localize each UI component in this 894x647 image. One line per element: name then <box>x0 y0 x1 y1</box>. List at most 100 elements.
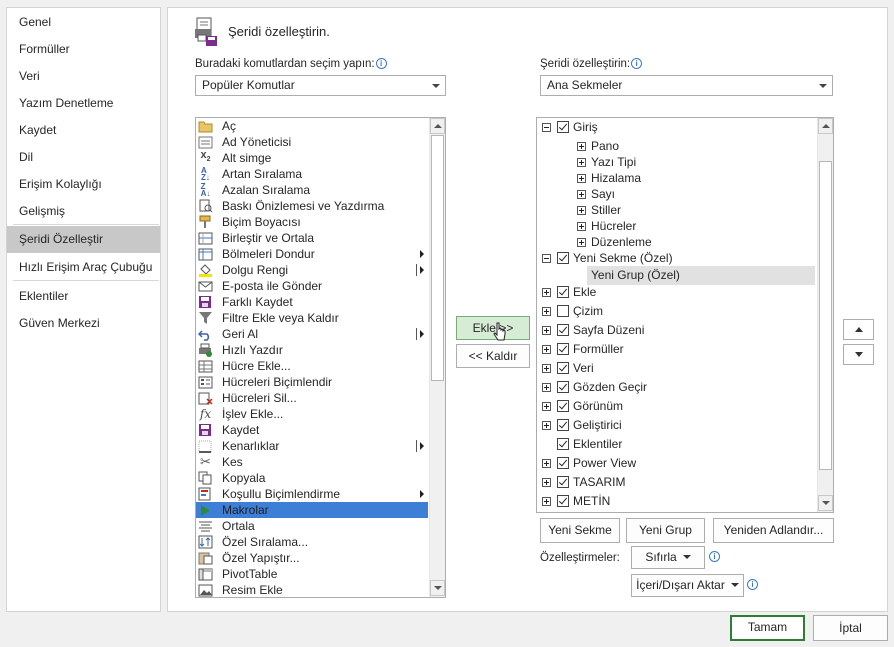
tab-checkbox[interactable] <box>557 252 569 264</box>
ribbon-tab-node[interactable]: TASARIM <box>537 473 816 492</box>
expand-icon[interactable] <box>577 206 586 215</box>
sidebar-item[interactable]: Erişim Kolaylığı <box>7 171 160 198</box>
scroll-thumb[interactable] <box>431 135 444 381</box>
tab-checkbox[interactable] <box>557 400 569 412</box>
tab-checkbox[interactable] <box>557 305 569 317</box>
command-item[interactable]: Ad Yöneticisi <box>196 134 428 150</box>
command-item[interactable]: Filtre Ekle veya Kaldır <box>196 310 428 326</box>
command-item[interactable]: PivotTable <box>196 566 428 582</box>
command-item[interactable]: Özel Yapıştır... <box>196 550 428 566</box>
sidebar-item[interactable]: Eklentiler <box>7 283 160 310</box>
expand-icon[interactable] <box>542 383 551 392</box>
command-item[interactable]: Resim Ekle <box>196 582 428 597</box>
command-item[interactable]: Koşullu Biçimlendirme <box>196 486 428 502</box>
tab-checkbox[interactable] <box>557 362 569 374</box>
command-item[interactable]: Z A↓ Azalan Sıralama <box>196 182 428 198</box>
command-item[interactable]: E-posta ile Gönder <box>196 278 428 294</box>
expand-icon[interactable] <box>542 364 551 373</box>
info-icon[interactable]: i <box>631 58 643 69</box>
tab-checkbox[interactable] <box>557 495 569 507</box>
scroll-down-button[interactable] <box>818 495 833 511</box>
ribbon-tab-node[interactable]: Giriş <box>537 118 816 137</box>
rename-button[interactable]: Yeniden Adlandır... <box>713 518 834 543</box>
command-item[interactable]: Aç <box>196 118 428 134</box>
command-item[interactable]: A Z↓ Artan Sıralama <box>196 166 428 182</box>
command-item[interactable]: Bölmeleri Dondur <box>196 246 428 262</box>
expand-icon[interactable] <box>542 326 551 335</box>
scroll-up-button[interactable] <box>430 118 445 134</box>
command-item[interactable]: Kopyala <box>196 470 428 486</box>
commands-source-dropdown[interactable]: Popüler Komutlar <box>195 75 446 96</box>
scroll-down-button[interactable] <box>430 580 445 596</box>
sidebar-item[interactable]: Güven Merkezi <box>7 310 160 337</box>
expand-icon[interactable] <box>542 421 551 430</box>
expand-icon[interactable] <box>542 288 551 297</box>
ribbon-tree[interactable]: METİN TASARIM Power View Eklentiler Geliştir… <box>536 117 834 513</box>
expand-icon[interactable] <box>577 222 586 231</box>
command-item[interactable]: Hücreleri Sil... <box>196 390 428 406</box>
expand-icon[interactable] <box>542 307 551 316</box>
import-export-dropdown-button[interactable]: İçeri/Dışarı Aktar <box>631 574 744 597</box>
cancel-button[interactable]: İptal <box>813 615 888 641</box>
sidebar-item[interactable]: Gelişmiş <box>7 198 160 225</box>
tab-checkbox[interactable] <box>557 286 569 298</box>
ribbon-tab-node[interactable]: Sayfa Düzeni <box>537 321 816 340</box>
tab-checkbox[interactable] <box>557 381 569 393</box>
ribbon-tab-node[interactable]: Ekle <box>537 283 816 302</box>
command-item[interactable]: Kenarlıklar <box>196 438 428 454</box>
info-icon[interactable]: i <box>747 579 758 590</box>
commands-scrollbar[interactable] <box>429 118 445 597</box>
sidebar-item[interactable]: Kaydet <box>7 117 160 144</box>
new-tab-button[interactable]: Yeni Sekme <box>540 518 620 543</box>
ribbon-tab-node[interactable]: METİN <box>537 492 816 511</box>
info-icon[interactable]: i <box>709 551 720 562</box>
reset-dropdown-button[interactable]: Sıfırla <box>631 546 705 569</box>
tree-scrollbar[interactable] <box>817 118 833 512</box>
sidebar-item[interactable]: Dil <box>7 144 160 171</box>
ok-button[interactable]: Tamam <box>730 615 805 641</box>
scroll-thumb[interactable] <box>819 161 832 470</box>
tab-checkbox[interactable] <box>557 121 569 133</box>
ribbon-tab-node[interactable]: Geliştirici <box>537 416 816 435</box>
move-down-button[interactable] <box>843 344 874 365</box>
command-item[interactable]: Geri Al <box>196 326 428 342</box>
command-item[interactable]: Özel Sıralama... <box>196 534 428 550</box>
sidebar-item[interactable]: Veri <box>7 63 160 90</box>
tab-checkbox[interactable] <box>557 457 569 469</box>
move-up-button[interactable] <box>843 319 874 340</box>
command-item[interactable]: Baskı Önizlemesi ve Yazdırma <box>196 198 428 214</box>
expand-icon[interactable] <box>577 238 586 247</box>
ribbon-tab-node[interactable]: Çizim <box>537 302 816 321</box>
command-item[interactable]: Hücreleri Biçimlendir <box>196 374 428 390</box>
collapse-icon[interactable] <box>542 123 551 132</box>
ribbon-tab-node[interactable]: Eklentiler <box>537 435 816 454</box>
command-item[interactable]: Hızlı Yazdır <box>196 342 428 358</box>
tab-checkbox[interactable] <box>557 419 569 431</box>
command-item[interactable]: Hücre Ekle... <box>196 358 428 374</box>
command-item[interactable]: Makrolar <box>196 502 428 518</box>
ribbon-tab-node[interactable]: Power View <box>537 454 816 473</box>
command-item[interactable]: x2 Alt simge <box>196 149 428 166</box>
collapse-icon[interactable] <box>542 254 551 263</box>
expand-icon[interactable] <box>577 174 586 183</box>
command-item[interactable]: Kaydet <box>196 422 428 438</box>
remove-button[interactable]: << Kaldır <box>456 344 530 368</box>
expand-icon[interactable] <box>542 497 551 506</box>
ribbon-tabs-dropdown[interactable]: Ana Sekmeler <box>540 75 833 96</box>
sidebar-item[interactable]: Yazım Denetleme <box>7 90 160 117</box>
sidebar-item[interactable]: Genel <box>7 9 160 36</box>
command-item[interactable]: Biçim Boyacısı <box>196 214 428 230</box>
command-item[interactable]: ✂ Kes <box>196 454 428 470</box>
expand-icon[interactable] <box>577 142 586 151</box>
command-item[interactable]: fx İşlev Ekle... <box>196 406 428 422</box>
sidebar-item[interactable]: Hızlı Erişim Araç Çubuğu <box>7 254 160 281</box>
expand-icon[interactable] <box>542 402 551 411</box>
expand-icon[interactable] <box>542 478 551 487</box>
command-item[interactable]: Dolgu Rengi <box>196 262 428 278</box>
info-icon[interactable]: i <box>375 58 387 69</box>
ribbon-tab-node[interactable]: Gözden Geçir <box>537 378 816 397</box>
expand-icon[interactable] <box>577 158 586 167</box>
expand-icon[interactable] <box>577 190 586 199</box>
ribbon-tab-node[interactable]: Görünüm <box>537 397 816 416</box>
tab-checkbox[interactable] <box>557 476 569 488</box>
